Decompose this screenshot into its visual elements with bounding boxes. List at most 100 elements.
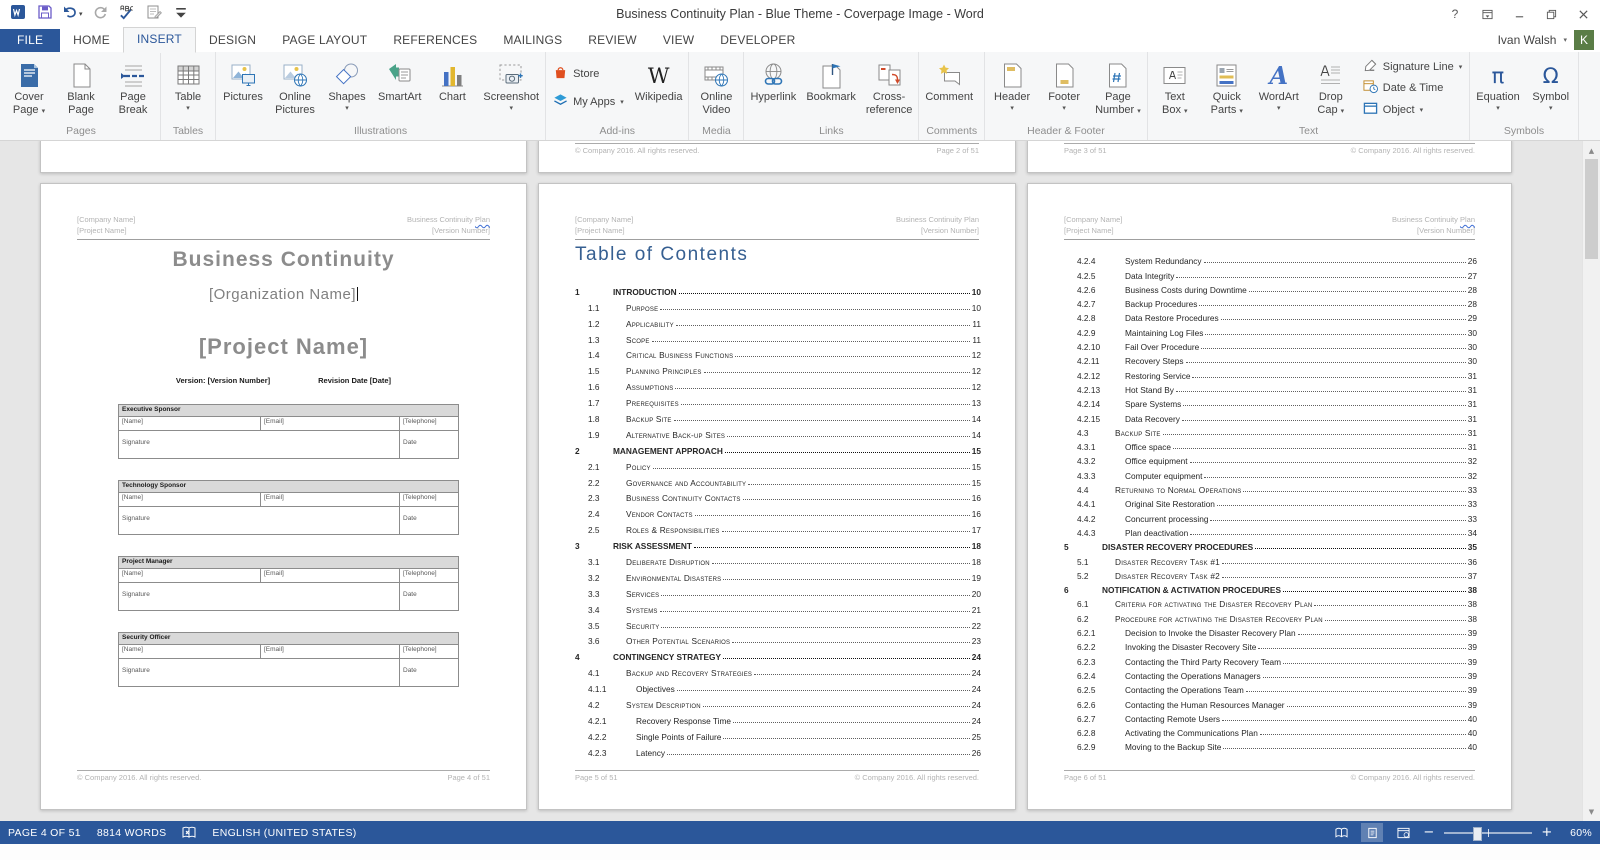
document-page-2-partial: © Company 2016. All rights reserved. Pag… bbox=[538, 141, 1016, 173]
proofing-errors-icon[interactable] bbox=[182, 826, 196, 839]
wordart-button[interactable]: AWordArt▾ bbox=[1253, 53, 1305, 123]
toc-entry: 5.2Disaster Recovery Task #237 bbox=[1064, 567, 1477, 581]
signature-cell: Signature bbox=[119, 583, 400, 611]
undo-button[interactable]: ▾ bbox=[60, 4, 85, 24]
zoom-out-button[interactable]: − bbox=[1423, 826, 1435, 839]
close-button[interactable] bbox=[1570, 3, 1596, 25]
blank-page-button[interactable]: BlankPage bbox=[55, 53, 107, 123]
qat-customize-button[interactable] bbox=[169, 4, 193, 24]
scrollbar-thumb[interactable] bbox=[1585, 159, 1598, 259]
tab-insert[interactable]: INSERT bbox=[123, 27, 196, 53]
quick-parts-button[interactable]: QuickParts ▾ bbox=[1201, 53, 1253, 123]
tab-references[interactable]: REFERENCES bbox=[380, 29, 490, 52]
equation-button[interactable]: πEquation▾ bbox=[1471, 53, 1524, 123]
comment-button[interactable]: Comment bbox=[920, 53, 978, 123]
web-layout-button[interactable] bbox=[1392, 823, 1414, 842]
store-button[interactable]: Store bbox=[553, 64, 599, 84]
edit-document-button[interactable] bbox=[142, 4, 166, 24]
symbol-button[interactable]: ΩSymbol▾ bbox=[1525, 53, 1577, 123]
cover-page-button[interactable]: CoverPage ▾ bbox=[3, 53, 55, 123]
screenshot-button[interactable]: Screenshot▾ bbox=[478, 53, 544, 123]
hyperlink-button[interactable]: Hyperlink bbox=[745, 53, 801, 123]
user-name[interactable]: Ivan Walsh bbox=[1498, 33, 1557, 47]
page-break-button[interactable]: PageBreak bbox=[107, 53, 159, 123]
tab-review[interactable]: REVIEW bbox=[575, 29, 650, 52]
save-button[interactable] bbox=[33, 4, 57, 24]
tab-file[interactable]: FILE bbox=[0, 29, 60, 52]
shapes-button[interactable]: Shapes▾ bbox=[321, 53, 373, 123]
scroll-down-icon[interactable]: ▼ bbox=[1583, 804, 1600, 819]
button-label: reference bbox=[866, 104, 912, 117]
toc-entry: 1.2Applicability11 bbox=[575, 313, 981, 329]
my-apps-button[interactable]: My Apps▾ bbox=[553, 92, 624, 112]
online-pictures-button[interactable]: OnlinePictures bbox=[269, 53, 321, 123]
page-indicator[interactable]: PAGE 4 OF 51 bbox=[8, 827, 81, 839]
pictures-button[interactable]: Pictures bbox=[217, 53, 269, 123]
word-count[interactable]: 8814 WORDS bbox=[97, 827, 167, 839]
toc-entry: 2.3Business Continuity Contacts16 bbox=[575, 488, 981, 504]
account-dropdown-icon[interactable]: ▾ bbox=[1563, 36, 1567, 44]
drop-cap-button[interactable]: DropCap ▾ bbox=[1305, 53, 1357, 123]
wikipedia-button[interactable]: WWikipedia bbox=[630, 53, 688, 123]
smartart-button[interactable]: SmartArt bbox=[373, 53, 426, 123]
text-box-button[interactable]: TextBox ▾ bbox=[1149, 53, 1201, 123]
cross-reference-button[interactable]: Cross-reference bbox=[861, 53, 917, 123]
ribbon-display-options-button[interactable] bbox=[1474, 3, 1500, 25]
toc-entry: 4CONTINGENCY STRATEGY24 bbox=[575, 646, 981, 662]
toc-entry: 1.3Scope11 bbox=[575, 329, 981, 345]
tab-view[interactable]: VIEW bbox=[650, 29, 707, 52]
language-indicator[interactable]: ENGLISH (UNITED STATES) bbox=[212, 827, 356, 839]
tab-developer[interactable]: DEVELOPER bbox=[707, 29, 808, 52]
document-page-4-cover[interactable]: [Company Name] [Project Name] Business C… bbox=[40, 183, 527, 810]
toc-dot-leader bbox=[694, 546, 970, 548]
restore-button[interactable] bbox=[1538, 3, 1564, 25]
toc-entry: 4.2.13Hot Stand By31 bbox=[1064, 381, 1477, 395]
toc-dot-leader bbox=[1182, 419, 1466, 421]
word-logo-button[interactable] bbox=[6, 4, 30, 24]
chart-button[interactable]: Chart bbox=[426, 53, 478, 123]
name-cell: [Name] bbox=[119, 645, 261, 659]
online-video-button[interactable]: OnlineVideo bbox=[690, 53, 742, 123]
tab-page-layout[interactable]: PAGE LAYOUT bbox=[269, 29, 380, 52]
toc-entry: 4.2.11Recovery Steps30 bbox=[1064, 352, 1477, 366]
avatar[interactable]: K bbox=[1574, 30, 1594, 50]
page-number-button[interactable]: PageNumber ▾ bbox=[1090, 53, 1146, 123]
document-page-6-toc[interactable]: [Company Name] [Project Name] Business C… bbox=[1027, 183, 1512, 810]
toc-dot-leader bbox=[1186, 361, 1466, 363]
footer-button[interactable]: Footer▾ bbox=[1038, 53, 1090, 123]
table-button[interactable]: Table▾ bbox=[162, 53, 214, 123]
tab-home[interactable]: HOME bbox=[60, 29, 123, 52]
ribbon-group-text: TextBox ▾QuickParts ▾AWordArt▾DropCap ▾ S… bbox=[1148, 52, 1470, 140]
signature-line-button[interactable]: Signature Line▾ bbox=[1363, 57, 1462, 77]
toc-entry: 3.4Systems21 bbox=[575, 599, 981, 615]
name-cell: [Name] bbox=[119, 417, 261, 431]
zoom-in-button[interactable]: + bbox=[1541, 826, 1553, 839]
minimize-button[interactable] bbox=[1506, 3, 1532, 25]
vertical-scrollbar[interactable]: ▲ ▼ bbox=[1582, 141, 1600, 821]
tab-design[interactable]: DESIGN bbox=[196, 29, 269, 52]
chart-icon bbox=[439, 57, 466, 89]
spell-check-button[interactable] bbox=[115, 4, 139, 24]
header-button[interactable]: Header▾ bbox=[986, 53, 1038, 123]
print-layout-button[interactable] bbox=[1361, 823, 1383, 842]
read-mode-button[interactable] bbox=[1330, 823, 1352, 842]
zoom-level[interactable]: 60% bbox=[1562, 827, 1592, 839]
object-button[interactable]: Object▾ bbox=[1363, 100, 1423, 120]
group-label: Media bbox=[690, 123, 742, 140]
wikipedia-icon: W bbox=[648, 57, 670, 89]
redo-button[interactable] bbox=[88, 4, 112, 24]
symbol-icon: Ω bbox=[1543, 57, 1559, 89]
zoom-slider[interactable] bbox=[1444, 832, 1532, 834]
date-time-button[interactable]: Date & Time bbox=[1363, 78, 1444, 98]
toc-dot-leader bbox=[1223, 747, 1465, 749]
bookmark-button[interactable]: Bookmark bbox=[801, 53, 861, 123]
toc-entry: 6.2.1Decision to Invoke the Disaster Rec… bbox=[1064, 624, 1477, 638]
zoom-slider-thumb[interactable] bbox=[1473, 827, 1482, 841]
signatory-table: Executive Sponsor[Name][Email][Telephone… bbox=[118, 404, 459, 459]
button-label: Drop bbox=[1317, 91, 1344, 104]
help-button[interactable]: ? bbox=[1442, 3, 1468, 25]
page-break-icon bbox=[120, 57, 147, 89]
tab-mailings[interactable]: MAILINGS bbox=[490, 29, 575, 52]
scroll-up-icon[interactable]: ▲ bbox=[1583, 143, 1600, 158]
document-page-5-toc[interactable]: [Company Name] [Project Name] Business C… bbox=[538, 183, 1016, 810]
